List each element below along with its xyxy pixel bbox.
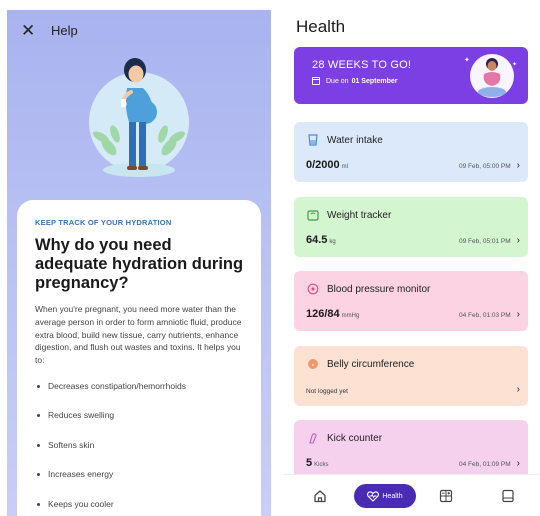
help-title: Help [51, 22, 78, 38]
tracker-title: Belly circumference [327, 358, 415, 370]
pregnancy-countdown-banner[interactable]: 28 WEEKS TO GO! Due on 01 September ✦ ✦ [294, 47, 528, 104]
benefits-list: Decreases constipation/hemorrhoids Reduc… [35, 381, 245, 516]
close-icon[interactable]: ✕ [21, 22, 41, 39]
tracker-value: 0/2000 [306, 159, 340, 171]
tracker-value: 5 [306, 457, 313, 469]
belly-circumference-card[interactable]: Belly circumference Not logged yet › [294, 346, 528, 406]
kick-counter-card[interactable]: Kick counter 5 Kicks 04 Feb, 01:09 PM › [294, 420, 528, 480]
bullet-icon [37, 384, 40, 388]
health-screen: Health 28 WEEKS TO GO! Due on 01 Septemb… [284, 0, 540, 516]
svg-text:✦: ✦ [512, 61, 517, 68]
tracker-title: Kick counter [327, 432, 383, 444]
tracker-unit: mmHg [341, 313, 360, 319]
blood-pressure-icon [306, 282, 320, 296]
list-item: Decreases constipation/hemorrhoids [35, 381, 245, 411]
help-screen: ✕ Help KEEP TRACK OF YOUR HYDRATION Why … [7, 10, 271, 516]
tracker-timestamp: 09 Feb, 05:00 PM [458, 163, 511, 170]
section-kicker: KEEP TRACK OF YOUR HYDRATION [35, 218, 172, 227]
journal-icon [502, 489, 514, 503]
tracker-timestamp: 04 Feb, 01:09 PM [458, 461, 511, 468]
list-item: Keeps you cooler [35, 499, 245, 516]
tracker-timestamp: 09 Feb, 05:01 PM [458, 238, 511, 245]
bullet-icon [37, 443, 40, 447]
bullet-icon [37, 473, 40, 477]
chevron-right-icon: › [516, 384, 520, 395]
tracker-title: Blood pressure monitor [327, 283, 431, 295]
water-intake-card[interactable]: Water intake 0/2000 ml 09 Feb, 05:00 PM … [294, 122, 528, 182]
water-glass-icon [306, 133, 320, 147]
health-icon [367, 490, 380, 502]
tracker-title: Water intake [327, 134, 383, 146]
blood-pressure-card[interactable]: Blood pressure monitor 126/84 mmHg 04 Fe… [294, 271, 528, 331]
help-top-bar: ✕ Help [7, 10, 271, 50]
due-date: 01 September [351, 77, 398, 85]
calendar-icon [312, 77, 320, 85]
article-body: When you're pregnant, you need more wate… [35, 304, 242, 366]
home-icon [314, 490, 326, 503]
nav-health[interactable]: Health [354, 484, 416, 508]
nav-journal[interactable] [498, 484, 518, 508]
nav-tools[interactable] [436, 484, 456, 508]
tracker-value: 64.5 [306, 234, 328, 246]
pregnant-woman-illustration [89, 58, 189, 177]
foot-kick-icon [306, 431, 320, 445]
not-logged-text: Not logged yet [306, 388, 348, 395]
svg-text:✦: ✦ [464, 56, 470, 64]
hydration-info-card: KEEP TRACK OF YOUR HYDRATION Why do you … [17, 200, 261, 516]
list-item: Reduces swelling [35, 410, 245, 440]
chevron-right-icon: › [516, 160, 520, 171]
tracker-unit: ml [341, 164, 348, 170]
tracker-unit: kg [329, 239, 336, 245]
due-prefix: Due on [326, 77, 349, 85]
weighing-scale-icon [306, 208, 320, 222]
bullet-icon [37, 502, 40, 506]
tracker-title: Weight tracker [327, 209, 392, 221]
bullet-icon [37, 414, 40, 418]
article-headline: Why do you need adequate hydration durin… [35, 236, 244, 292]
list-item: Softens skin [35, 440, 245, 470]
tracker-unit: Kicks [314, 462, 329, 468]
chevron-right-icon: › [516, 235, 520, 246]
bottom-navigation: Health [284, 474, 540, 516]
list-item: Increases energy [35, 469, 245, 499]
nav-home[interactable] [310, 484, 330, 508]
belly-icon [306, 357, 320, 371]
page-title: Health [296, 17, 346, 36]
meditating-woman-illustration: ✦ ✦ [464, 54, 517, 98]
nav-health-label: Health [382, 492, 403, 500]
weight-tracker-card[interactable]: Weight tracker 64.5 kg 09 Feb, 05:01 PM … [294, 197, 528, 257]
tools-icon [439, 489, 453, 503]
chevron-right-icon: › [516, 458, 520, 469]
tracker-timestamp: 04 Feb, 01:03 PM [458, 312, 511, 319]
chevron-right-icon: › [516, 309, 520, 320]
tracker-value: 126/84 [306, 308, 340, 320]
